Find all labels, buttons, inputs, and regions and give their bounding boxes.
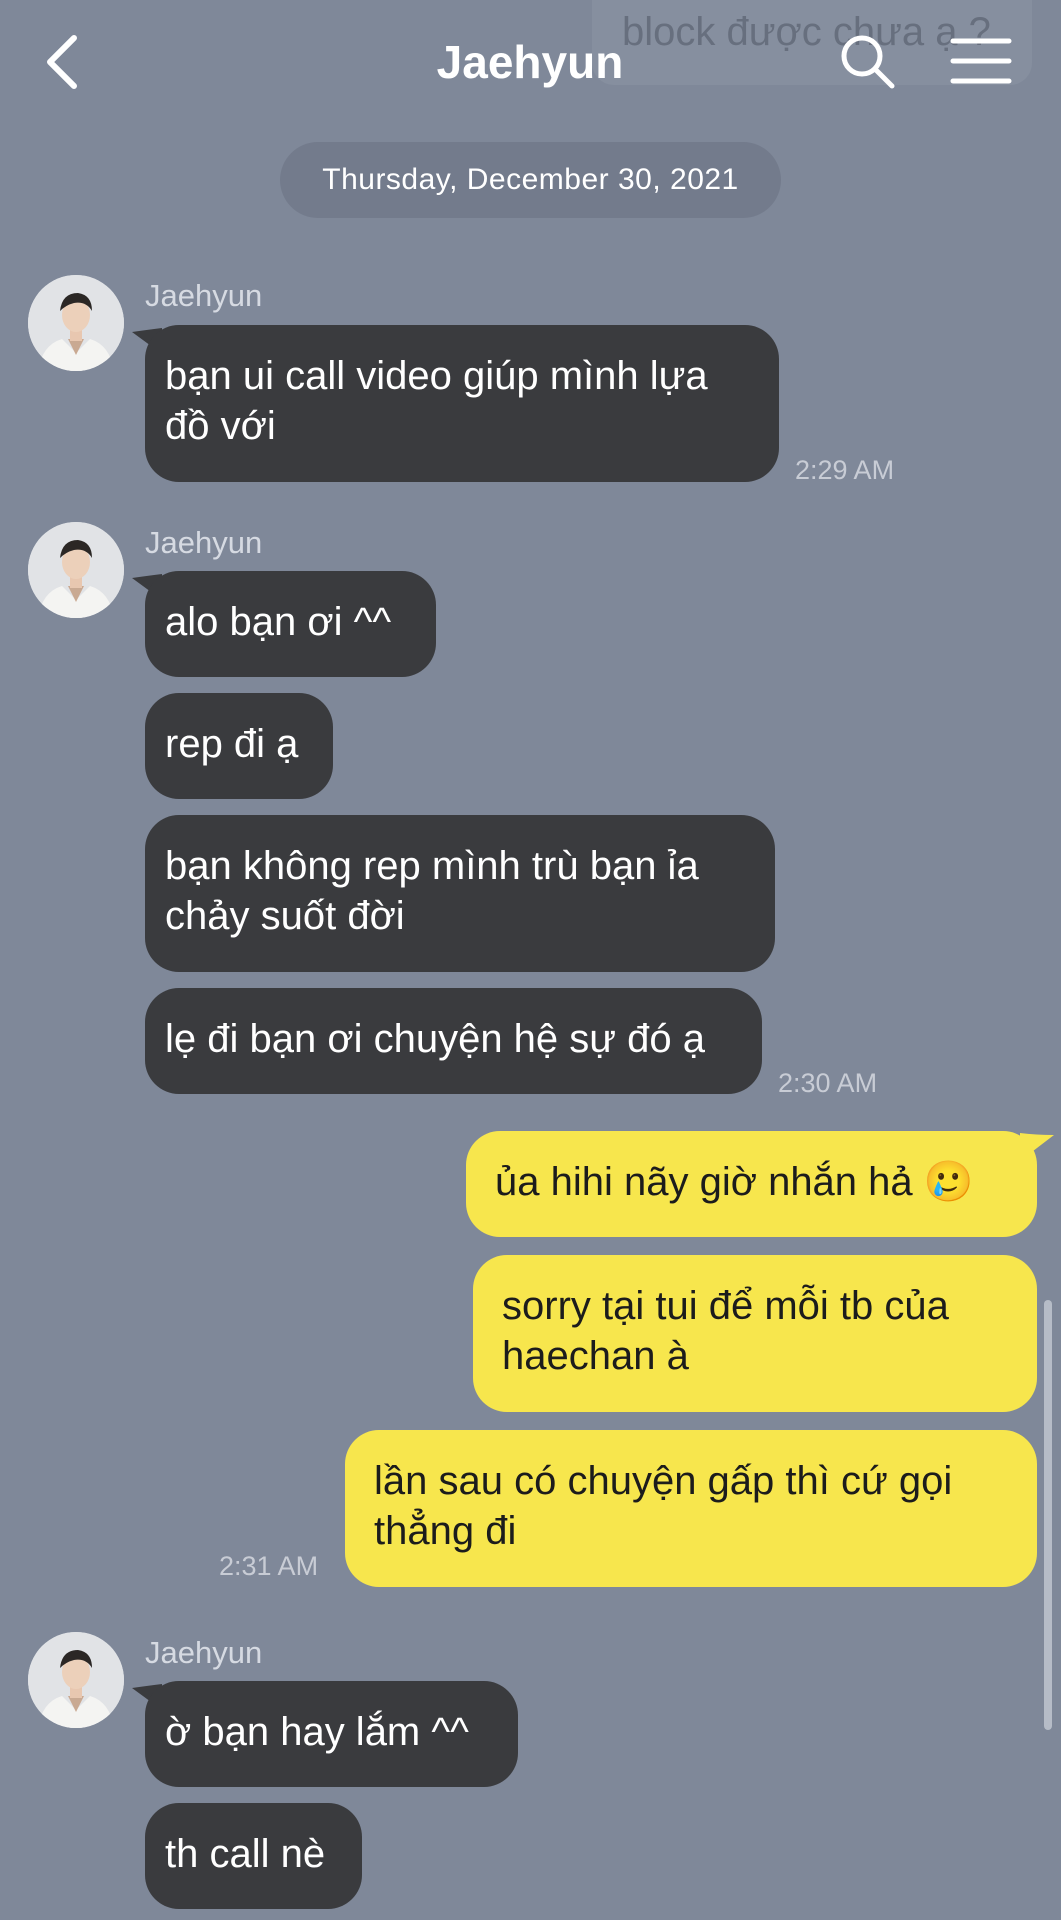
message-text-line: chảy suốt đời <box>165 894 405 938</box>
scrollbar[interactable] <box>1044 1300 1052 1730</box>
date-separator: Thursday, December 30, 2021 <box>280 142 781 218</box>
avatar[interactable] <box>28 1632 124 1728</box>
sender-name: Jaehyun <box>145 278 263 313</box>
message-time: 2:31 AM <box>219 1551 319 1581</box>
message-text-line: alo bạn ơi ^^ <box>165 600 392 644</box>
sender-name: Jaehyun <box>145 525 263 560</box>
message-text-line: haechan à <box>502 1334 689 1378</box>
chat-title: Jaehyun <box>436 36 624 88</box>
chat-screen: block được chưa ạ ? Jaehyun Thursday, De… <box>0 0 1061 1920</box>
message-text-line: ủa hihi nãy giờ nhắn hả 🥲 <box>495 1160 974 1204</box>
back-icon[interactable] <box>40 30 90 94</box>
message-bubble-incoming[interactable]: th call nè <box>145 1803 362 1909</box>
message-text-line: bạn ui call video giúp mình lựa <box>165 354 708 398</box>
chat-header: block được chưa ạ ? Jaehyun <box>0 0 1061 125</box>
message-bubble-outgoing[interactable]: lần sau có chuyện gấp thì cứ gọi thẳng đ… <box>345 1430 1037 1587</box>
message-text-line: sorry tại tui để mỗi tb của <box>502 1284 949 1328</box>
message-bubble-incoming[interactable]: alo bạn ơi ^^ <box>145 571 436 677</box>
avatar[interactable] <box>28 275 124 371</box>
message-bubble-incoming[interactable]: bạn ui call video giúp mình lựa đồ với <box>145 325 779 482</box>
message-bubble-incoming[interactable]: rep đi ạ <box>145 693 333 799</box>
message-bubble-incoming[interactable]: ờ bạn hay lắm ^^ <box>145 1681 518 1787</box>
message-text-line: lẹ đi bạn ơi chuyện hệ sự đó ạ <box>165 1017 706 1061</box>
message-text-line: thẳng đi <box>374 1509 517 1553</box>
avatar-photo <box>28 275 124 371</box>
message-text-line: rep đi ạ <box>165 722 299 766</box>
sender-name: Jaehyun <box>145 1635 263 1670</box>
message-bubble-incoming[interactable]: lẹ đi bạn ơi chuyện hệ sự đó ạ <box>145 988 762 1094</box>
message-time: 2:30 AM <box>778 1068 878 1098</box>
message-bubble-outgoing[interactable]: sorry tại tui để mỗi tb của haechan à <box>473 1255 1037 1412</box>
message-text-line: đồ với <box>165 404 276 448</box>
avatar[interactable] <box>28 522 124 618</box>
search-icon[interactable] <box>838 32 896 90</box>
message-bubble-outgoing[interactable]: ủa hihi nãy giờ nhắn hả 🥲 <box>466 1131 1037 1237</box>
avatar-photo <box>28 522 124 618</box>
message-text-line: ờ bạn hay lắm ^^ <box>165 1710 469 1754</box>
avatar-photo <box>28 1632 124 1728</box>
menu-icon[interactable] <box>950 35 1012 87</box>
message-bubble-incoming[interactable]: bạn không rep mình trù bạn ỉa chảy suốt … <box>145 815 775 972</box>
message-time: 2:29 AM <box>795 455 895 485</box>
message-text-line: bạn không rep mình trù bạn ỉa <box>165 844 699 888</box>
message-text-line: th call nè <box>165 1832 326 1876</box>
message-text-line: lần sau có chuyện gấp thì cứ gọi <box>374 1459 953 1503</box>
